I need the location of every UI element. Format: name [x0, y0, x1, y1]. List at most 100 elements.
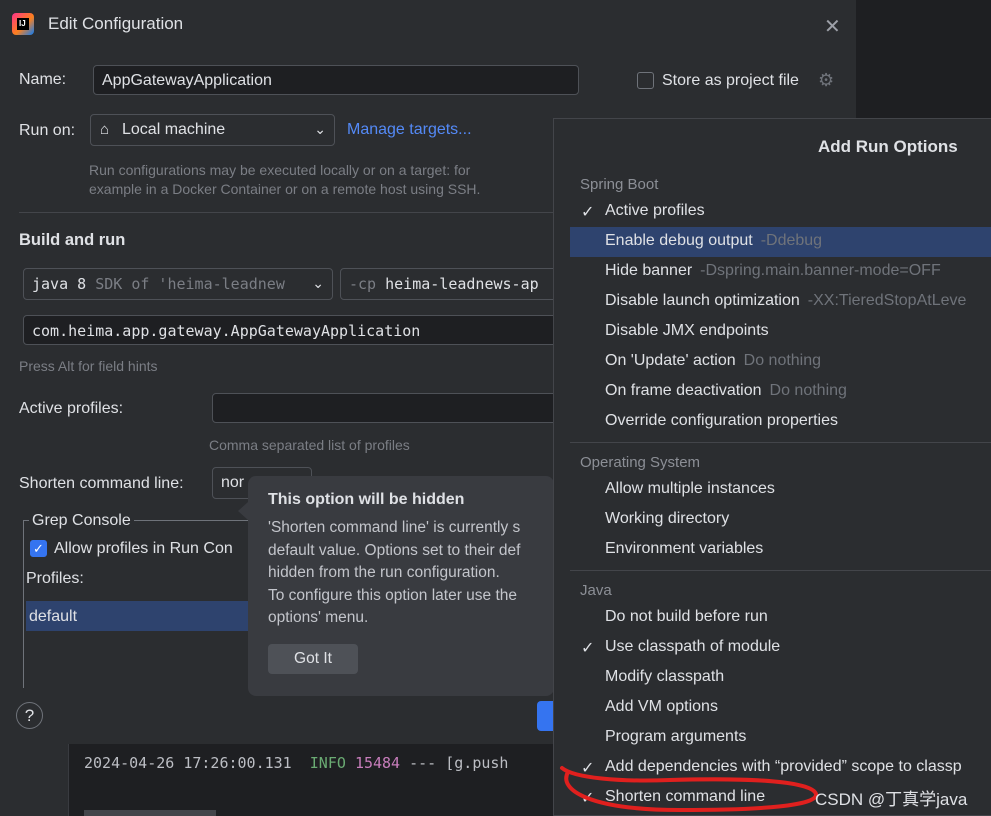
run-option-text: Working directory	[605, 510, 729, 528]
run-option-item[interactable]: Disable launch optimization -XX:TieredSto…	[570, 287, 991, 317]
run-option-item[interactable]: Program arguments	[570, 723, 991, 753]
run-option-item[interactable]: Working directory	[570, 505, 991, 535]
run-option-item[interactable]: Hide banner -Dspring.main.banner-mode=OFF	[570, 257, 991, 287]
jdk-description: SDK of 'heima-leadnew	[95, 275, 285, 293]
run-option-item[interactable]: Disable JMX endpoints	[570, 317, 991, 347]
run-option-item[interactable]: ✓ Active profiles	[570, 197, 991, 227]
dialog-title-bar[interactable]: IJ Edit Configuration ✕	[0, 0, 856, 50]
gear-icon[interactable]: ⚙	[818, 70, 834, 91]
intellij-logo-icon: IJ	[12, 13, 34, 35]
run-option-text: Active profiles	[605, 202, 705, 220]
active-profiles-label: Active profiles:	[19, 400, 124, 417]
tooltip-title: This option will be hidden	[268, 491, 465, 508]
log-level: INFO	[309, 754, 346, 772]
manage-targets-link[interactable]: Manage targets...	[347, 121, 472, 139]
run-option-label: Use classpath of module	[605, 638, 781, 655]
run-on-value: Local machine	[122, 121, 226, 138]
run-option-hint: -XX:TieredStopAtLeve	[807, 292, 967, 309]
build-and-run-heading: Build and run	[19, 231, 126, 249]
group-header: Operating System	[580, 454, 701, 471]
red-annotation-circle	[560, 766, 818, 813]
run-on-hint-line2: example in a Docker Container or on a re…	[89, 181, 481, 197]
main-class-field[interactable]: com.heima.app.gateway.AppGatewayApplicat…	[23, 315, 563, 345]
add-run-options-popup: Add Run Options Spring Boot ✓ Active profi…	[553, 118, 991, 816]
run-option-text: Program arguments	[605, 728, 746, 746]
name-field[interactable]: AppGatewayApplication	[93, 65, 579, 95]
run-option-label: Program arguments	[605, 728, 747, 745]
tooltip-body: 'Shorten command line' is currently s de…	[268, 517, 558, 630]
jdk-version: java 8	[32, 275, 87, 293]
cp-module: heima-leadnews-ap	[385, 275, 539, 293]
run-option-label: Override configuration properties	[605, 412, 839, 429]
allow-profiles-checkbox[interactable]: ✓	[30, 540, 47, 557]
grep-console-title: Grep Console	[29, 512, 134, 530]
checkmark-icon: ✓	[581, 640, 595, 657]
help-button[interactable]: ?	[16, 702, 43, 729]
run-option-label: Modify classpath	[605, 668, 725, 685]
profile-list-item-label: default	[29, 608, 78, 625]
main-class-value: com.heima.app.gateway.AppGatewayApplicat…	[32, 322, 421, 340]
jdk-select[interactable]: java 8 SDK of 'heima-leadnew ⌄	[23, 268, 333, 300]
run-option-text: Environment variables	[605, 540, 763, 558]
ide-background	[856, 0, 991, 120]
shorten-command-line-value: nor	[221, 474, 245, 491]
run-option-label: Disable JMX endpoints	[605, 322, 769, 339]
group-header: Java	[580, 582, 612, 599]
tooltip-line: To configure this option later use the	[268, 586, 518, 604]
run-option-item[interactable]: On frame deactivation Do nothing	[570, 377, 991, 407]
classpath-module-select[interactable]: -cp heima-leadnews-ap	[340, 268, 570, 300]
shorten-command-line-label: Shorten command line:	[19, 475, 184, 492]
run-option-item[interactable]: Override configuration properties	[570, 407, 991, 437]
run-option-text: Add VM options	[605, 698, 718, 716]
run-option-text: Hide banner -Dspring.main.banner-mode=OFF	[605, 262, 941, 280]
field-hints-text: Press Alt for field hints	[19, 358, 158, 374]
run-option-text: Allow multiple instances	[605, 480, 775, 498]
section-divider	[19, 212, 553, 213]
run-option-text: Use classpath of module	[605, 638, 780, 656]
run-option-label: Allow multiple instances	[605, 480, 775, 497]
run-option-item[interactable]: Modify classpath	[570, 663, 991, 693]
run-option-label: Active profiles	[605, 202, 705, 219]
run-option-text: Disable launch optimization -XX:TieredSto…	[605, 292, 966, 310]
run-option-text: Enable debug output -Ddebug	[605, 232, 822, 250]
tooltip-arrow	[238, 502, 248, 520]
close-icon[interactable]: ✕	[824, 14, 841, 39]
name-label: Name:	[19, 71, 67, 88]
run-option-item[interactable]: On 'Update' action Do nothing	[570, 347, 991, 377]
run-on-label: Run on:	[19, 122, 76, 139]
log-pid: 15484	[354, 754, 401, 772]
run-on-select[interactable]: ⌂ Local machine ⌄	[90, 114, 335, 146]
run-option-text: On 'Update' action Do nothing	[605, 352, 821, 370]
allow-profiles-label: Allow profiles in Run Con	[54, 540, 233, 557]
run-option-label: Hide banner	[605, 262, 693, 279]
run-on-hint-line1: Run configurations may be executed local…	[89, 162, 471, 178]
run-option-text: Override configuration properties	[605, 412, 838, 430]
got-it-button[interactable]: Got It	[268, 644, 358, 674]
run-option-item[interactable]: Allow multiple instances	[570, 475, 991, 505]
run-option-text: Disable JMX endpoints	[605, 322, 769, 340]
profiles-label: Profiles:	[26, 570, 84, 587]
hidden-option-tooltip: This option will be hidden 'Shorten comm…	[238, 476, 554, 696]
run-option-item[interactable]: Enable debug output -Ddebug	[570, 227, 991, 257]
run-option-label: Do not build before run	[605, 608, 768, 625]
active-profiles-field[interactable]	[212, 393, 572, 423]
run-option-item[interactable]: Do not build before run	[570, 603, 991, 633]
run-option-label: Disable launch optimization	[605, 292, 800, 309]
run-option-item[interactable]: ✓ Use classpath of module	[570, 633, 991, 663]
log-thread: --- [g.push	[409, 754, 509, 772]
horizontal-scrollbar[interactable]	[84, 810, 216, 816]
home-icon: ⌂	[100, 121, 110, 138]
run-option-hint: Do nothing	[769, 382, 847, 399]
profiles-hint: Comma separated list of profiles	[209, 437, 410, 453]
group-separator	[570, 442, 991, 443]
profile-list-item[interactable]: default	[26, 601, 252, 631]
run-option-item[interactable]: Add VM options	[570, 693, 991, 723]
run-option-label: On frame deactivation	[605, 382, 762, 399]
tooltip-line: default value. Options set to their def	[268, 541, 521, 559]
run-option-hint: -Ddebug	[760, 232, 823, 249]
store-as-project-file-checkbox[interactable]	[637, 72, 654, 89]
run-option-label: On 'Update' action	[605, 352, 736, 369]
run-option-item[interactable]: Environment variables	[570, 535, 991, 565]
run-option-label: Environment variables	[605, 540, 764, 557]
run-option-text: Do not build before run	[605, 608, 768, 626]
